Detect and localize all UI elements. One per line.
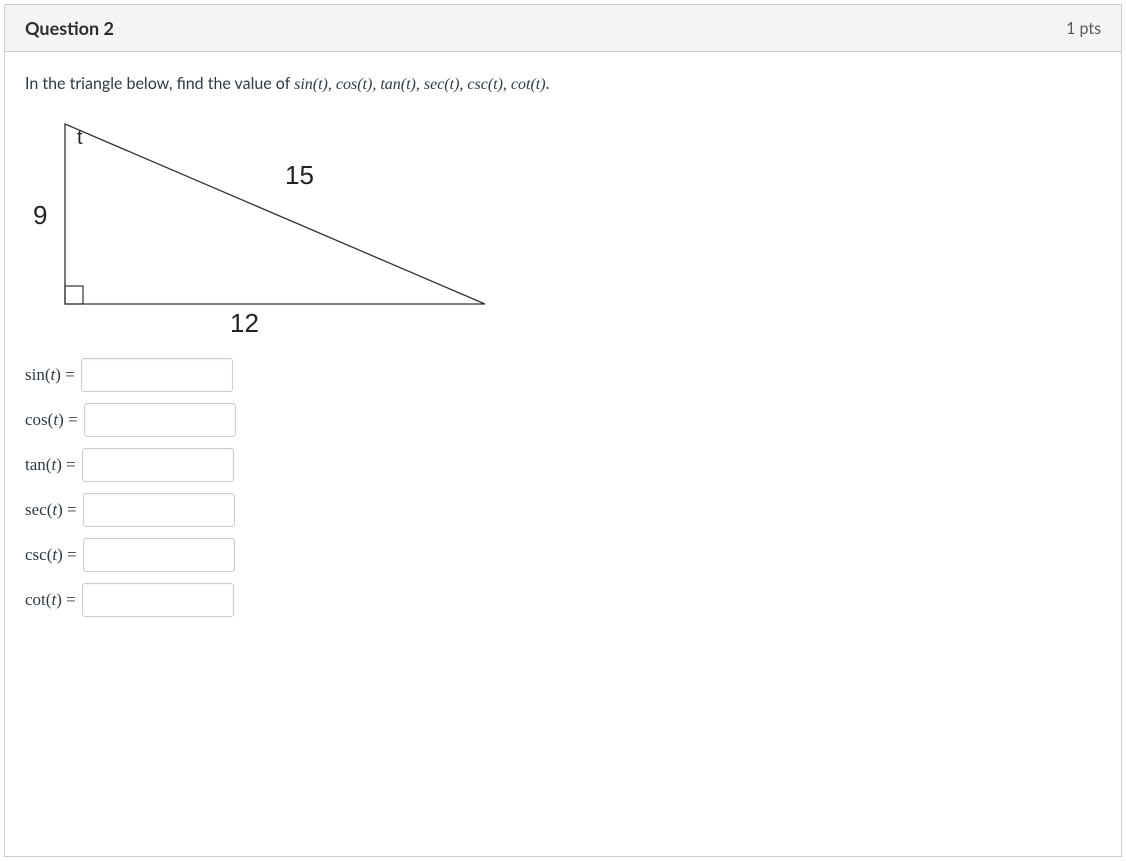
triangle-outline — [65, 124, 485, 304]
answer-input-cot[interactable] — [82, 583, 234, 617]
answer-row-sin: sin(t) = — [25, 358, 1101, 392]
prompt-suffix: . — [546, 74, 550, 93]
answer-row-cos: cos(t) = — [25, 403, 1101, 437]
answer-label-sec: sec(t) = — [25, 500, 77, 520]
triangle-figure: t 9 15 12 — [25, 104, 1101, 338]
answer-label-sin: sin(t) = — [25, 365, 75, 385]
answer-label-cos: cos(t) = — [25, 410, 78, 430]
answer-label-csc: csc(t) = — [25, 545, 77, 565]
answer-input-csc[interactable] — [83, 538, 235, 572]
answer-input-tan[interactable] — [82, 448, 234, 482]
question-card: Question 2 1 pts In the triangle below, … — [4, 4, 1122, 857]
side-label-vertical: 9 — [33, 200, 47, 230]
question-header: Question 2 1 pts — [5, 5, 1121, 52]
answer-input-sec[interactable] — [83, 493, 235, 527]
question-points: 1 pts — [1066, 19, 1101, 38]
answer-row-cot: cot(t) = — [25, 583, 1101, 617]
answer-input-cos[interactable] — [84, 403, 236, 437]
answers-block: sin(t) = cos(t) = tan(t) = sec(t) = csc(… — [25, 358, 1101, 617]
answer-row-sec: sec(t) = — [25, 493, 1101, 527]
angle-label-t: t — [77, 127, 83, 149]
answer-row-tan: tan(t) = — [25, 448, 1101, 482]
right-angle-marker — [65, 286, 83, 304]
answer-label-cot: cot(t) = — [25, 590, 76, 610]
answer-label-tan: tan(t) = — [25, 455, 76, 475]
triangle-svg: t 9 15 12 — [25, 104, 505, 334]
question-body: In the triangle below, find the value of… — [5, 52, 1121, 650]
answer-row-csc: csc(t) = — [25, 538, 1101, 572]
side-label-base: 12 — [230, 308, 259, 334]
answer-input-sin[interactable] — [81, 358, 233, 392]
prompt-prefix: In the triangle below, find the value of — [25, 74, 294, 93]
question-title: Question 2 — [25, 17, 114, 39]
prompt-functions: sin(t), cos(t), tan(t), sec(t), csc(t), … — [294, 76, 545, 93]
side-label-hypotenuse: 15 — [285, 160, 314, 190]
question-prompt: In the triangle below, find the value of… — [25, 74, 1101, 94]
